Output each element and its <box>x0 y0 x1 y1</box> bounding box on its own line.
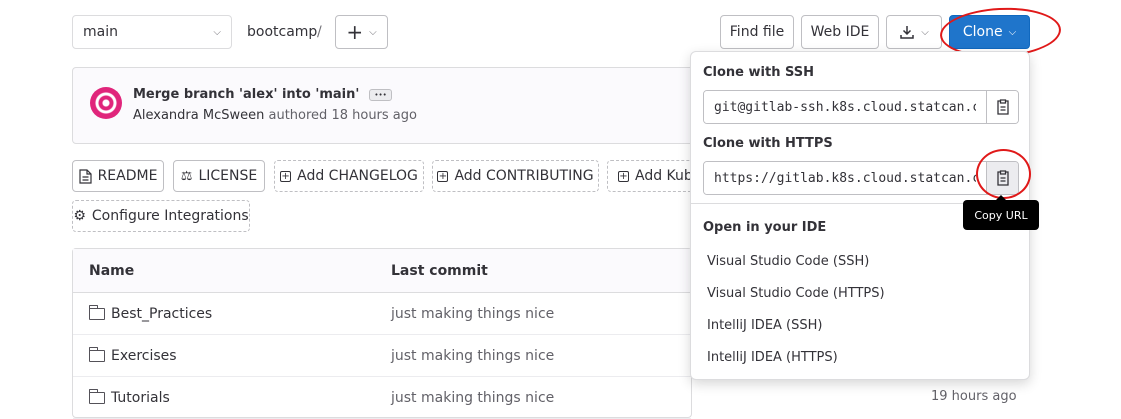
https-url-input[interactable] <box>704 162 986 194</box>
row-time: 19 hours ago <box>931 389 1017 404</box>
folder-icon <box>88 346 105 362</box>
commit-author[interactable]: Alexandra McSween <box>133 108 264 123</box>
clipboard-icon <box>996 99 1009 115</box>
ide-intellij-ssh[interactable]: IntelliJ IDEA (SSH) <box>707 318 822 333</box>
readme-label: README <box>97 168 158 184</box>
add-kubernetes-label: Add Kub <box>635 168 693 184</box>
file-icon <box>78 168 92 184</box>
table-header: Name Last commit <box>73 249 691 293</box>
branch-selector[interactable]: main ⌵ <box>72 15 232 49</box>
add-kubernetes-button[interactable]: + Add Kub <box>607 160 697 192</box>
add-dropdown-button[interactable]: + ⌵ <box>335 15 388 49</box>
clone-ssh-label: Clone with SSH <box>703 65 815 80</box>
ellipsis-button[interactable]: ••• <box>369 88 392 101</box>
find-file-button[interactable]: Find file <box>720 15 794 49</box>
header-last-commit: Last commit <box>391 262 488 279</box>
chevron-down-icon: ⌵ <box>213 26 221 38</box>
add-contributing-label: Add CONTRIBUTING <box>454 168 594 184</box>
plus-square-icon: + <box>437 170 449 182</box>
avatar[interactable] <box>90 87 122 119</box>
chevron-down-icon: ⌵ <box>921 26 929 38</box>
ssh-url-group <box>703 90 1019 124</box>
chevron-down-icon: ⌵ <box>369 26 377 38</box>
table-row[interactable]: Best_Practices just making things nice <box>73 293 691 335</box>
commit-time: 18 hours ago <box>331 108 417 123</box>
license-button[interactable]: ⚖ LICENSE <box>173 160 265 192</box>
copy-url-tooltip: Copy URL <box>963 195 1039 230</box>
readme-button[interactable]: README <box>72 160 164 192</box>
open-ide-label: Open in your IDE <box>703 220 827 235</box>
ide-intellij-https[interactable]: IntelliJ IDEA (HTTPS) <box>707 350 838 365</box>
file-name[interactable]: Exercises <box>111 348 177 364</box>
configure-integrations-label: Configure Integrations <box>91 208 249 224</box>
plus-icon: + <box>346 20 364 44</box>
row-commit[interactable]: just making things nice <box>391 306 554 322</box>
ide-vscode-https[interactable]: Visual Studio Code (HTTPS) <box>707 286 885 301</box>
breadcrumb-separator: / <box>317 24 322 40</box>
https-url-group <box>703 161 1019 195</box>
download-button[interactable]: ⌵ <box>886 15 942 49</box>
clone-https-label: Clone with HTTPS <box>703 136 833 151</box>
scale-icon: ⚖ <box>180 168 193 184</box>
download-icon <box>900 26 914 39</box>
commit-message[interactable]: Merge branch 'alex' into 'main' <box>133 87 359 102</box>
file-name[interactable]: Best_Practices <box>111 306 212 322</box>
branch-name: main <box>83 24 118 40</box>
add-changelog-button[interactable]: + Add CHANGELOG <box>274 160 424 192</box>
ssh-url-input[interactable] <box>704 91 986 123</box>
folder-icon <box>88 304 105 320</box>
plus-square-icon: + <box>280 170 292 182</box>
copy-ssh-button[interactable] <box>986 91 1018 123</box>
row-commit[interactable]: just making things nice <box>391 348 554 364</box>
last-commit-card: Merge branch 'alex' into 'main' ••• Alex… <box>72 67 700 144</box>
commit-action: authored <box>268 108 328 123</box>
file-name[interactable]: Tutorials <box>111 390 170 406</box>
table-row[interactable]: Tutorials just making things nice <box>73 377 691 419</box>
breadcrumb-repo[interactable]: bootcamp <box>247 24 317 40</box>
plus-square-icon: + <box>618 170 629 182</box>
folder-icon <box>88 388 105 404</box>
ide-vscode-ssh[interactable]: Visual Studio Code (SSH) <box>707 254 869 269</box>
gear-icon: ⚙ <box>73 208 86 224</box>
license-label: LICENSE <box>198 168 258 184</box>
annotation-circle <box>976 149 1031 199</box>
web-ide-button[interactable]: Web IDE <box>801 15 879 49</box>
table-row[interactable]: Exercises just making things nice <box>73 335 691 377</box>
header-name: Name <box>89 262 135 279</box>
add-contributing-button[interactable]: + Add CONTRIBUTING <box>432 160 599 192</box>
row-commit[interactable]: just making things nice <box>391 390 554 406</box>
file-table: Name Last commit Best_Practices just mak… <box>72 248 692 419</box>
add-changelog-label: Add CHANGELOG <box>297 168 418 184</box>
configure-integrations-button[interactable]: ⚙ Configure Integrations <box>72 200 250 232</box>
